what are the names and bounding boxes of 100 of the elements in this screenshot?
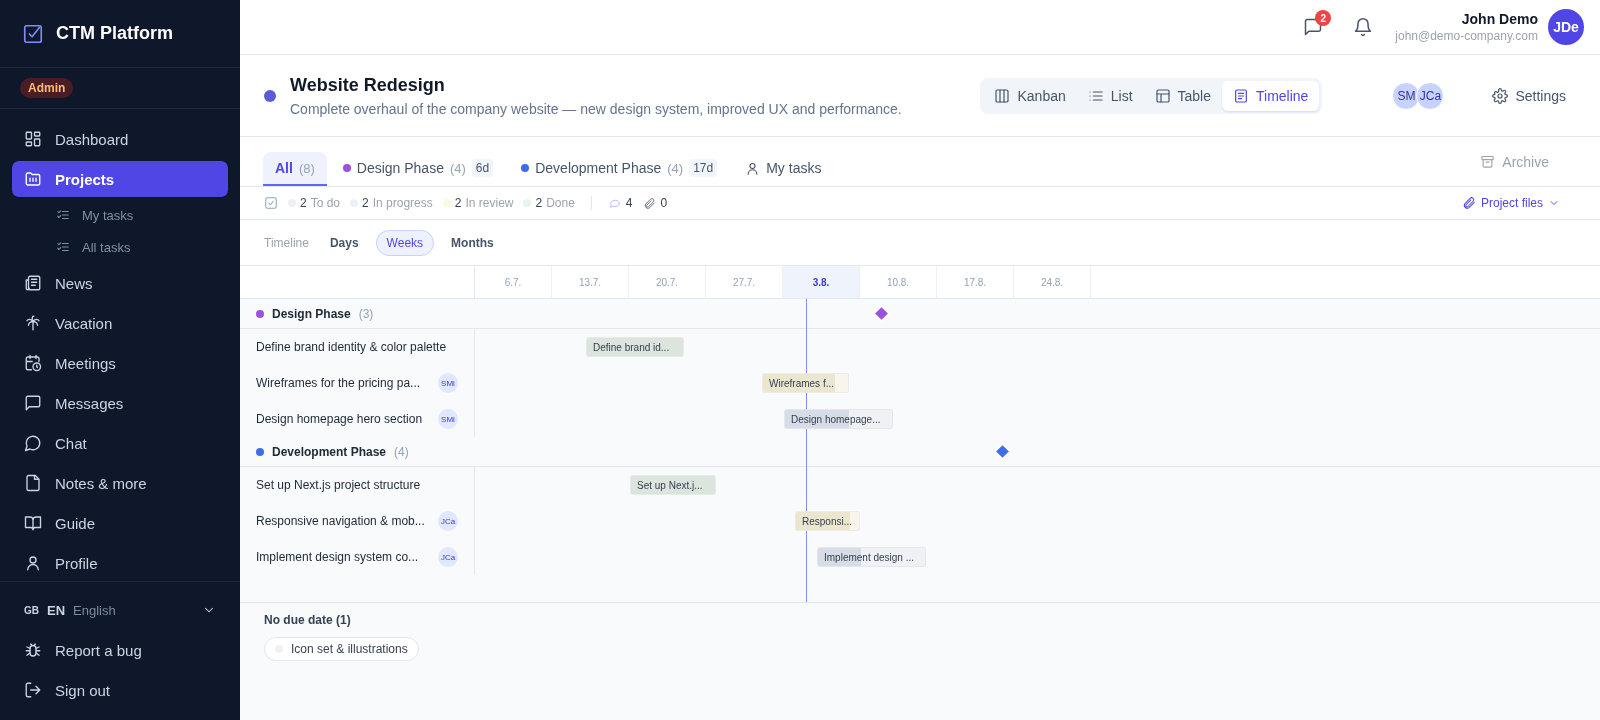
nav-item[interactable]: Messages <box>12 385 228 421</box>
sign-out-icon <box>24 681 42 699</box>
grid-icon <box>24 130 42 148</box>
tab-label: All <box>275 160 293 176</box>
phase-tab[interactable]: All (8) <box>263 152 327 186</box>
status-count: 2 <box>454 196 462 210</box>
nav-item[interactable]: Projects <box>12 161 228 197</box>
zoom-option[interactable]: Months <box>440 229 505 256</box>
paperclip-icon <box>642 196 656 210</box>
comment-count: 4 <box>625 196 633 210</box>
task-name[interactable]: Design homepage hero section <box>256 412 430 426</box>
task-bar[interactable]: Define brand id... <box>586 337 684 357</box>
week-label: 13.7. <box>552 266 629 298</box>
chat-bubble-icon <box>24 434 42 452</box>
zoom-option[interactable]: Days <box>318 229 370 256</box>
week-label: 17.8. <box>937 266 1014 298</box>
tab-label: Design Phase <box>356 160 444 176</box>
week-label: 24.8. <box>1014 266 1091 298</box>
task-bar[interactable]: Design homepage... <box>784 409 893 429</box>
role-badge: Admin <box>20 78 74 98</box>
task-chip[interactable]: Icon set & illustrations <box>264 637 419 661</box>
view-tab[interactable]: Table <box>1143 80 1222 111</box>
archive-box-icon <box>1480 154 1496 169</box>
checklist-icon <box>56 240 70 254</box>
nav-item[interactable]: Profile <box>12 545 228 581</box>
view-tab[interactable]: List <box>1076 80 1144 111</box>
user-email: john@demo-company.com <box>1395 29 1538 43</box>
week-label: 6.7. <box>475 266 552 298</box>
nav-item[interactable]: Meetings <box>12 345 228 381</box>
task-name[interactable]: Responsive navigation & mob... <box>256 514 430 528</box>
nav-item[interactable]: Chat <box>12 425 228 461</box>
table-icon <box>1154 87 1171 104</box>
bell-icon <box>1353 17 1374 37</box>
task-bar[interactable]: Set up Next.j... <box>630 475 716 495</box>
project-files-button[interactable]: Project files <box>1461 196 1576 210</box>
tab-count: (4) <box>667 160 684 176</box>
phase-count: (3) <box>358 306 374 321</box>
status-label: In review <box>465 196 514 210</box>
checkbox-icon <box>264 196 278 210</box>
attachment-count: 0 <box>660 196 668 210</box>
tab-label: Development Phase <box>535 160 662 176</box>
task-name[interactable]: Implement design system co... <box>256 550 430 564</box>
status-count: 2 <box>300 196 307 210</box>
nav-item[interactable]: Guide <box>12 505 228 541</box>
user-avatar[interactable]: JDe <box>1548 9 1584 45</box>
settings-button[interactable]: Settings <box>1482 87 1576 104</box>
phase-count: (4) <box>394 444 409 459</box>
language-selector[interactable]: GB EN English <box>12 592 228 628</box>
checkbox-logo-icon <box>22 22 44 45</box>
nav-item[interactable]: Report a bug <box>12 632 228 668</box>
phase-name: Design Phase <box>272 306 351 321</box>
nav-item[interactable]: Vacation <box>12 305 228 341</box>
phase-tab[interactable]: Development Phase (4) 17d <box>509 152 730 186</box>
status-label: In progress <box>372 196 433 210</box>
nav-subitem[interactable]: My tasks <box>12 201 228 229</box>
messages-button[interactable]: 2 <box>1303 10 1332 37</box>
folder-icon <box>24 170 42 188</box>
flag-code: GB <box>24 604 39 616</box>
user-name: John Demo <box>1461 11 1538 27</box>
project-description: Complete overhaul of the company website — new design system, improved UX and performance. <box>290 100 903 117</box>
nav-item[interactable]: News <box>12 265 228 301</box>
view-tab[interactable]: Timeline <box>1222 80 1320 111</box>
task-bar[interactable]: Wireframes f... <box>762 373 849 393</box>
assignee-avatar: JCa <box>438 547 458 567</box>
nav-item[interactable]: Sign out <box>12 672 228 708</box>
assignee-avatar: JCa <box>438 511 458 531</box>
section-title: No due date (1) <box>264 613 352 627</box>
nav-item[interactable]: Notes & more <box>12 465 228 501</box>
task-bar[interactable]: Implement design ... <box>817 547 926 567</box>
nav-subitem[interactable]: All tasks <box>12 233 228 261</box>
language-code: EN <box>47 602 66 618</box>
calendar-clock-icon <box>24 354 42 372</box>
duration-badge: 17d <box>689 159 718 177</box>
nav-item[interactable]: Dashboard <box>12 121 228 157</box>
tab-count: (8) <box>298 160 315 176</box>
zoom-label: Timeline <box>264 235 309 250</box>
logo-text: CTM Platform <box>56 23 173 44</box>
bug-icon <box>24 641 42 659</box>
notifications-button[interactable] <box>1353 17 1374 37</box>
settings-icon <box>1492 87 1509 104</box>
paperclip-icon <box>1461 196 1476 210</box>
task-bar[interactable]: Responsi... <box>795 511 860 531</box>
status-label: Done <box>546 196 575 210</box>
view-tab[interactable]: Kanban <box>983 80 1077 111</box>
task-name[interactable]: Define brand identity & color palette <box>256 340 458 354</box>
palm-tree-icon <box>24 314 42 332</box>
week-label: 10.8. <box>860 266 937 298</box>
task-name[interactable]: Set up Next.js project structure <box>256 478 458 492</box>
phase-tab[interactable]: My tasks <box>733 152 834 186</box>
week-label: 20.7. <box>629 266 706 298</box>
checklist-icon <box>56 208 70 222</box>
notification-badge: 2 <box>1315 10 1332 26</box>
week-label: 3.8. <box>783 266 860 298</box>
zoom-option[interactable]: Weeks <box>375 229 435 256</box>
member-avatar[interactable]: JCa <box>1416 81 1445 110</box>
assignee-avatar: SMi <box>438 373 458 393</box>
language-name: English <box>73 602 117 618</box>
phase-tab[interactable]: Design Phase (4) 6d <box>330 152 506 186</box>
newspaper-icon <box>24 274 42 292</box>
task-name[interactable]: Wireframes for the pricing pa... <box>256 376 430 390</box>
